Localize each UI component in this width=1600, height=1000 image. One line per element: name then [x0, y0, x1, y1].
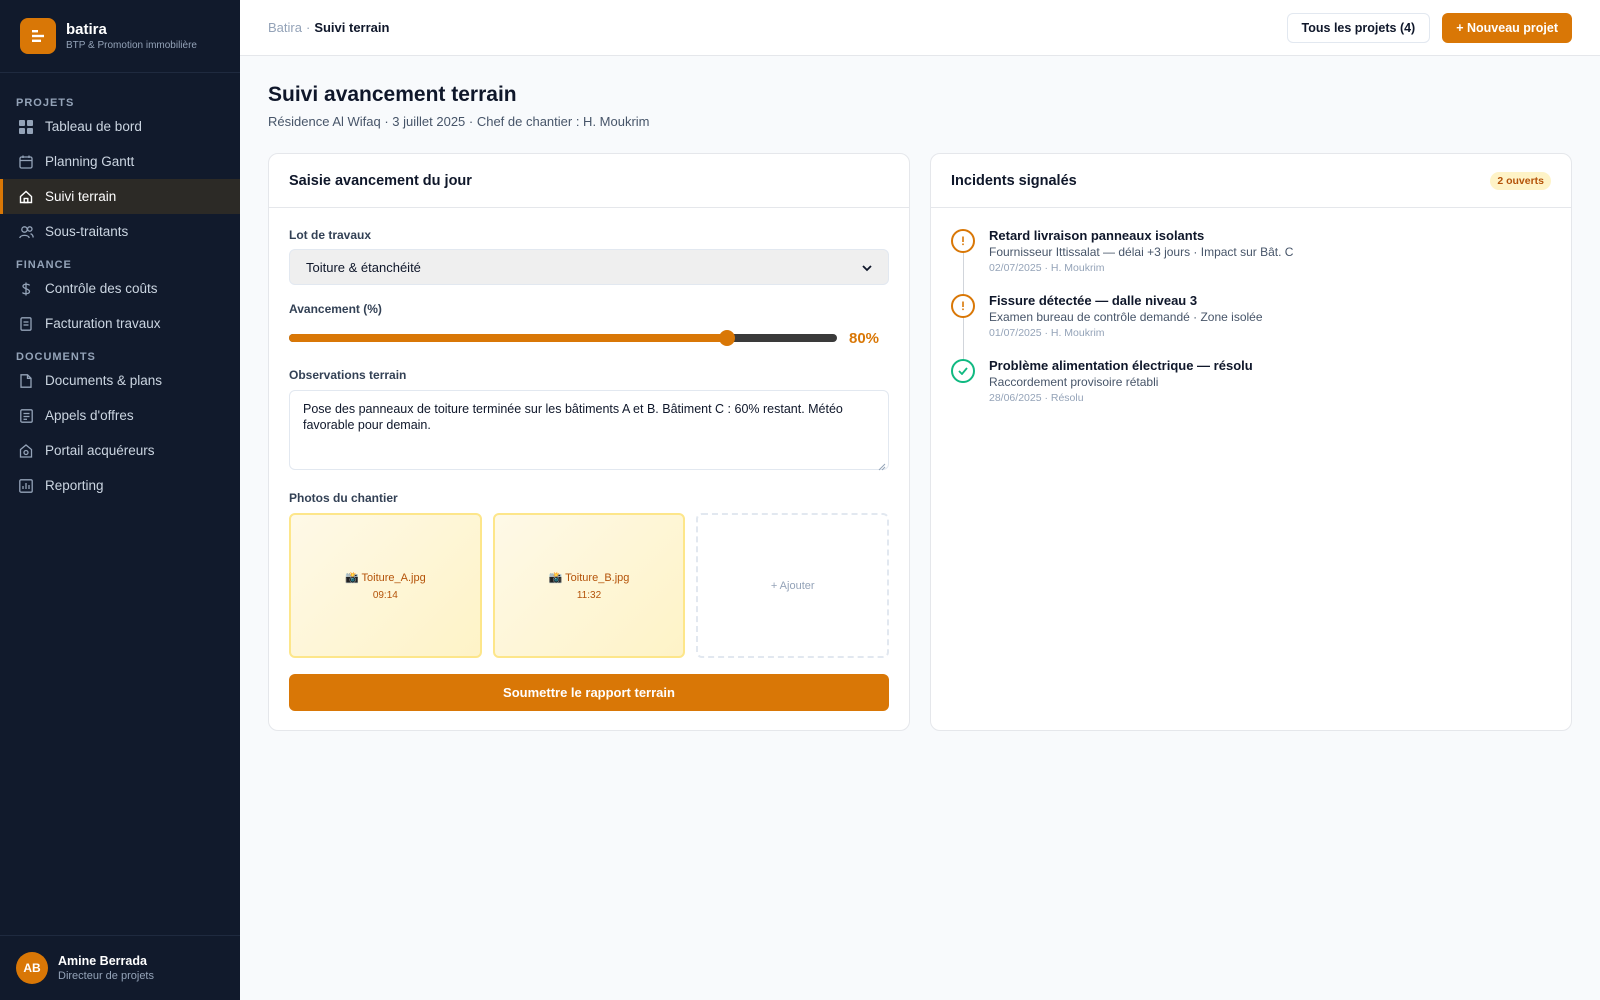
user-profile[interactable]: AB Amine Berrada Directeur de projets — [0, 935, 240, 1000]
sidebar-item-tableau-de-bord[interactable]: Tableau de bord — [0, 109, 240, 144]
sidebar: batira BTP & Promotion immobilière PROJE… — [0, 0, 240, 1000]
sidebar-item-suivi-terrain[interactable]: Suivi terrain — [0, 179, 240, 214]
incident-item[interactable]: Problème alimentation électrique — résol… — [951, 358, 1551, 423]
sidebar-item-label: Tableau de bord — [45, 119, 142, 134]
nav-section-finance: FINANCE — [16, 259, 72, 271]
calendar-icon — [18, 154, 34, 170]
breadcrumb-current: Suivi terrain — [314, 19, 390, 35]
check-icon — [951, 359, 975, 383]
portal-icon — [18, 443, 34, 459]
sidebar-item-label: Reporting — [45, 478, 104, 493]
card-title: Saisie avancement du jour — [289, 172, 472, 189]
avatar: AB — [16, 952, 48, 984]
lot-label: Lot de travaux — [289, 228, 372, 242]
page-subtitle: Résidence Al Wifaq · 3 juillet 2025 · Ch… — [268, 114, 650, 129]
resize-grip-icon[interactable] — [878, 459, 886, 471]
sidebar-item-appels-offres[interactable]: Appels d'offres — [0, 398, 240, 433]
breadcrumb-root[interactable]: Batira — [268, 20, 302, 35]
card-title: Incidents signalés — [951, 172, 1077, 189]
photo-name: 📸 Toiture_A.jpg — [344, 571, 426, 584]
photo-thumbnail[interactable]: 📸 Toiture_B.jpg 11:32 — [492, 513, 686, 658]
brand-tagline: BTP & Promotion immobilière — [66, 39, 197, 51]
incidents-card: Incidents signalés 2 ouverts Retard livr… — [930, 153, 1572, 731]
nav-section-projets: PROJETS — [16, 97, 75, 109]
progress-slider[interactable] — [289, 330, 837, 346]
observations-label: Observations terrain — [289, 368, 407, 382]
list-icon — [18, 408, 34, 424]
user-role: Directeur de projets — [58, 969, 154, 982]
nav-section-documents: DOCUMENTS — [16, 351, 96, 363]
daily-progress-card: Saisie avancement du jour Lot de travaux… — [268, 153, 910, 731]
breadcrumb-separator: · — [305, 19, 311, 35]
incident-meta: 01/07/2025 · H. Moukrim — [989, 327, 1105, 339]
add-photo-button[interactable]: + Ajouter — [696, 513, 890, 658]
sidebar-item-label: Documents & plans — [45, 373, 163, 388]
incident-description: Fournisseur Ittissalat — délai +3 jours … — [989, 245, 1294, 259]
photos-label: Photos du chantier — [289, 491, 398, 505]
chevron-down-icon — [862, 260, 872, 275]
sidebar-item-label: Facturation travaux — [45, 316, 161, 331]
incident-meta: 02/07/2025 · H. Moukrim — [989, 262, 1105, 274]
brand[interactable]: batira BTP & Promotion immobilière — [0, 0, 240, 73]
all-projects-button[interactable]: Tous les projets (4) — [1286, 12, 1431, 43]
users-icon — [18, 224, 34, 240]
incident-item[interactable]: Fissure détectée — dalle niveau 3 Examen… — [951, 293, 1551, 358]
incident-description: Raccordement provisoire rétabli — [989, 375, 1159, 389]
invoice-icon — [18, 316, 34, 332]
page-title: Suivi avancement terrain — [268, 83, 517, 106]
brand-logo-icon — [20, 18, 56, 54]
lot-select-value: Toiture & étanchéité — [306, 259, 421, 275]
incident-description: Examen bureau de contrôle demandé · Zone… — [989, 310, 1263, 324]
incident-title: Retard livraison panneaux isolants — [989, 228, 1205, 243]
home-icon — [18, 189, 34, 205]
open-incidents-badge: 2 ouverts — [1490, 171, 1551, 190]
dollar-icon — [18, 281, 34, 297]
file-icon — [18, 373, 34, 389]
new-project-button[interactable]: + Nouveau projet — [1442, 12, 1572, 43]
incident-title: Problème alimentation électrique — résol… — [989, 358, 1253, 373]
sidebar-item-documents-plans[interactable]: Documents & plans — [0, 363, 240, 398]
sidebar-item-label: Appels d'offres — [45, 408, 134, 423]
sidebar-item-sous-traitants[interactable]: Sous-traitants — [0, 214, 240, 249]
progress-value: 80% — [849, 329, 880, 347]
progress-slider-fill — [289, 334, 728, 342]
submit-report-button[interactable]: Soumettre le rapport terrain — [289, 674, 889, 711]
sidebar-item-planning-gantt[interactable]: Planning Gantt — [0, 144, 240, 179]
sidebar-item-label: Portail acquéreurs — [45, 443, 155, 458]
grid-icon — [18, 119, 34, 135]
chart-icon — [18, 478, 34, 494]
breadcrumb: Batira · Suivi terrain — [268, 19, 389, 37]
photo-name: 📸 Toiture_B.jpg — [548, 571, 630, 584]
topbar: Batira · Suivi terrain Tous les projets (4… — [240, 0, 1600, 56]
incident-item[interactable]: Retard livraison panneaux isolants Fourn… — [951, 228, 1551, 293]
lot-select[interactable]: Toiture & étanchéité — [289, 249, 889, 285]
incident-meta: 28/06/2025 · Résolu — [989, 392, 1084, 404]
photo-thumbnail[interactable]: 📸 Toiture_A.jpg 09:14 — [289, 513, 482, 658]
photo-time: 09:14 — [372, 589, 398, 601]
progress-slider-thumb[interactable] — [719, 330, 736, 346]
user-name: Amine Berrada — [58, 953, 147, 968]
sidebar-item-label: Sous-traitants — [45, 224, 129, 239]
sidebar-item-label: Contrôle des coûts — [45, 281, 158, 296]
alert-icon — [951, 229, 975, 253]
incident-title: Fissure détectée — dalle niveau 3 — [989, 293, 1198, 308]
sidebar-item-controle-des-couts[interactable]: Contrôle des coûts — [0, 271, 240, 306]
sidebar-item-label: Planning Gantt — [45, 154, 135, 169]
alert-icon — [951, 294, 975, 318]
sidebar-item-label: Suivi terrain — [45, 189, 117, 204]
brand-name: batira — [66, 20, 107, 38]
sidebar-item-portail-acquereurs[interactable]: Portail acquéreurs — [0, 433, 240, 468]
photo-time: 11:32 — [576, 589, 602, 601]
observations-textarea[interactable]: Pose des panneaux de toiture terminée su… — [289, 390, 889, 471]
progress-label: Avancement (%) — [289, 302, 382, 316]
sidebar-item-facturation-travaux[interactable]: Facturation travaux — [0, 306, 240, 341]
observations-text: Pose des panneaux de toiture terminée su… — [303, 402, 843, 432]
sidebar-item-reporting[interactable]: Reporting — [0, 468, 240, 503]
